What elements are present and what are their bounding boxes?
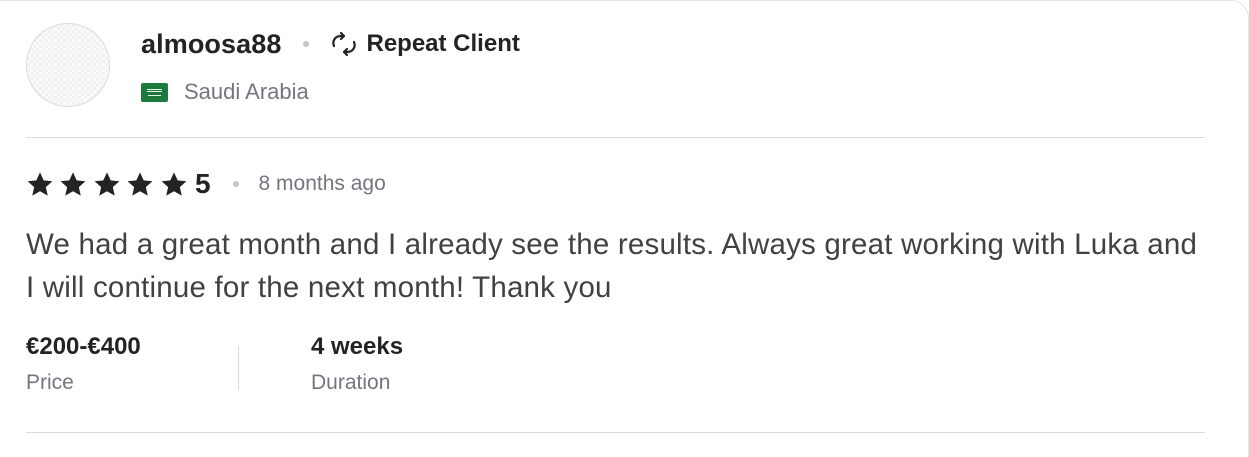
footer-divider bbox=[26, 432, 1205, 433]
header-divider bbox=[26, 137, 1205, 138]
separator-dot bbox=[303, 41, 310, 47]
repeat-client-label: Repeat Client bbox=[366, 30, 520, 57]
separator-dot bbox=[232, 181, 239, 187]
duration-value: 4 weeks bbox=[311, 333, 404, 360]
star-icon bbox=[61, 171, 86, 196]
rating-line: 5 8 months ago bbox=[26, 167, 386, 201]
saudi-arabia-flag-icon bbox=[141, 82, 168, 102]
star-icon bbox=[94, 171, 120, 196]
reviewer-country-line: Saudi Arabia bbox=[141, 79, 309, 105]
star-rating bbox=[26, 171, 193, 198]
price-detail: €200-€400 Price bbox=[26, 333, 166, 395]
price-label: Price bbox=[26, 371, 74, 394]
reviewer-name-line: almoosa88 Repeat Client bbox=[141, 25, 520, 63]
repeat-client-badge: Repeat Client bbox=[330, 30, 520, 58]
price-value: €200-€400 bbox=[26, 333, 141, 360]
rating-value: 5 bbox=[194, 168, 211, 199]
star-icon bbox=[127, 171, 153, 196]
star-icon bbox=[27, 171, 53, 196]
details-divider bbox=[238, 346, 239, 390]
review-details: €200-€400 Price 4 weeks Duration bbox=[26, 333, 403, 403]
reviewer-country: Saudi Arabia bbox=[184, 79, 309, 104]
reviewer-username[interactable]: almoosa88 bbox=[141, 29, 281, 60]
duration-detail: 4 weeks Duration bbox=[311, 333, 403, 395]
review-text: We had a great month and I already see t… bbox=[26, 228, 1198, 304]
review-card: almoosa88 Repeat Client Saudi Arabia 5 8… bbox=[0, 0, 1249, 457]
duration-label: Duration bbox=[311, 371, 391, 394]
avatar[interactable] bbox=[26, 23, 110, 107]
repeat-icon bbox=[332, 32, 357, 56]
reviewer-header: almoosa88 Repeat Client Saudi Arabia bbox=[26, 23, 1204, 109]
star-icon bbox=[161, 171, 186, 196]
review-time: 8 months ago bbox=[258, 172, 386, 195]
